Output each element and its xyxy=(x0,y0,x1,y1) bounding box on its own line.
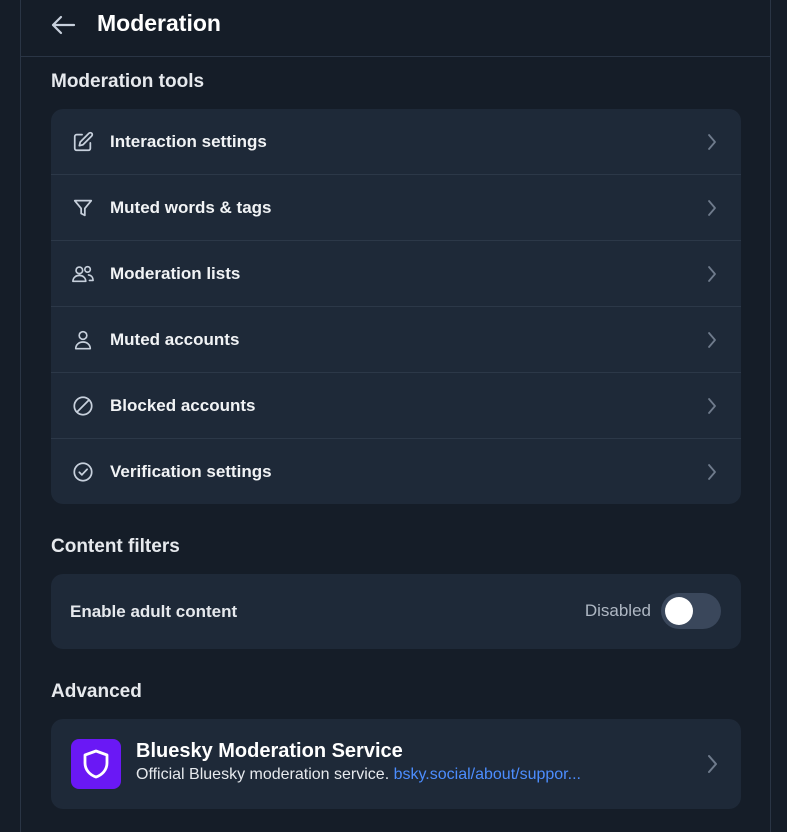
adult-content-setting: Enable adult content Disabled xyxy=(51,574,741,649)
menu-item-verification-settings[interactable]: Verification settings xyxy=(51,439,741,504)
people-icon xyxy=(71,262,95,286)
service-avatar xyxy=(71,739,121,789)
person-icon xyxy=(71,328,95,352)
section-title-content-filters: Content filters xyxy=(51,536,180,557)
section-title-moderation-tools: Moderation tools xyxy=(51,71,205,92)
chevron-right-icon xyxy=(705,396,719,416)
block-icon xyxy=(71,394,95,418)
back-button[interactable] xyxy=(49,11,77,39)
toggle-knob xyxy=(665,597,693,625)
menu-item-muted-words[interactable]: Muted words & tags xyxy=(51,175,741,241)
chevron-right-icon xyxy=(705,132,719,152)
adult-content-toggle[interactable] xyxy=(661,593,721,629)
main-column: Moderation Moderation tools Interaction … xyxy=(20,0,771,832)
filter-icon xyxy=(71,196,95,220)
menu-item-muted-accounts[interactable]: Muted accounts xyxy=(51,307,741,373)
chevron-right-icon xyxy=(707,754,721,774)
shield-icon xyxy=(83,749,109,779)
menu-item-label: Interaction settings xyxy=(110,131,267,151)
chevron-right-icon xyxy=(705,264,719,284)
menu-item-label: Muted accounts xyxy=(110,329,240,349)
menu-item-label: Verification settings xyxy=(110,462,272,481)
menu-item-blocked-accounts[interactable]: Blocked accounts xyxy=(51,373,741,439)
advanced-card: Bluesky Moderation Service Official Blue… xyxy=(51,719,741,809)
service-link[interactable]: bsky.social/about/suppor... xyxy=(394,766,581,783)
adult-content-status: Disabled xyxy=(584,601,651,620)
moderation-service-item[interactable]: Bluesky Moderation Service Official Blue… xyxy=(51,719,741,809)
page-title: Moderation xyxy=(97,10,221,36)
menu-item-interaction-settings[interactable]: Interaction settings xyxy=(51,109,741,175)
section-title-advanced: Advanced xyxy=(51,681,142,702)
service-description-line: Official Bluesky moderation service. bsk… xyxy=(136,766,581,784)
chevron-right-icon xyxy=(705,198,719,218)
header: Moderation xyxy=(21,0,770,57)
service-description: Official Bluesky moderation service. xyxy=(136,766,390,783)
service-name: Bluesky Moderation Service xyxy=(136,740,403,762)
circle-check-icon xyxy=(71,460,95,484)
menu-item-moderation-lists[interactable]: Moderation lists xyxy=(51,241,741,307)
pencil-square-icon xyxy=(71,130,95,154)
content-filters-card: Enable adult content Disabled xyxy=(51,574,741,649)
menu-item-label: Moderation lists xyxy=(110,263,241,283)
chevron-right-icon xyxy=(705,330,719,350)
moderation-tools-card: Interaction settings Muted words & tags … xyxy=(51,109,741,504)
arrow-left-icon xyxy=(51,15,76,35)
chevron-right-icon xyxy=(705,462,719,482)
adult-content-label: Enable adult content xyxy=(70,602,238,621)
menu-item-label: Muted words & tags xyxy=(110,197,272,217)
menu-item-label: Blocked accounts xyxy=(110,395,256,415)
